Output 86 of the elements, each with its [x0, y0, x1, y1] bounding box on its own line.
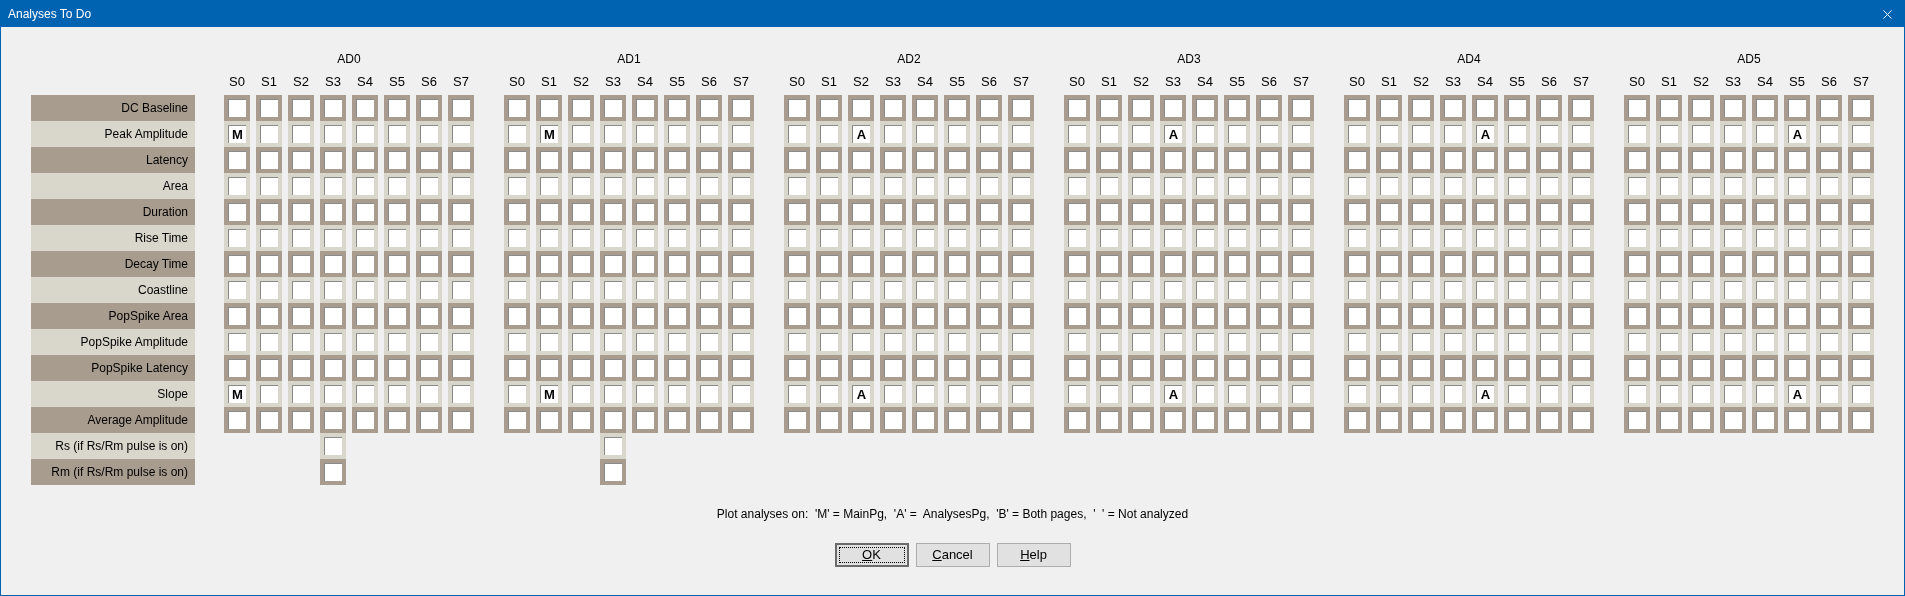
dialog-button[interactable]: OK [834, 543, 909, 567]
column-header: S0 [1349, 73, 1365, 92]
analysis-toggle[interactable]: M [536, 121, 562, 147]
column-header: S1 [821, 73, 837, 92]
column-header: S3 [1445, 73, 1461, 92]
column-header: S1 [1661, 73, 1677, 92]
row-label: Rm (if Rs/Rm pulse is on) [31, 459, 195, 485]
column-header: S1 [261, 73, 277, 92]
column-header: S2 [1133, 73, 1149, 92]
row-label: PopSpike Area [31, 303, 195, 329]
column-header: S6 [1821, 73, 1837, 92]
column-header: S2 [1693, 73, 1709, 92]
window-title: Analyses To Do [8, 6, 92, 23]
column-header: S0 [1629, 73, 1645, 92]
analysis-toggle[interactable]: A [848, 381, 874, 407]
row-label: Latency [31, 147, 195, 173]
analysis-toggle[interactable]: A [1784, 121, 1810, 147]
row-label: Rise Time [31, 225, 195, 251]
channel-header: AD4 [1457, 51, 1481, 68]
row-label: Rs (if Rs/Rm pulse is on) [31, 433, 195, 459]
column-header: S4 [1197, 73, 1213, 92]
column-header: S5 [389, 73, 405, 92]
channel-header: AD0 [337, 51, 361, 68]
column-header: S4 [1477, 73, 1493, 92]
column-header: S1 [1381, 73, 1397, 92]
row-label: Duration [31, 199, 195, 225]
column-header: S7 [1293, 73, 1309, 92]
column-header: S7 [1013, 73, 1029, 92]
column-header: S6 [701, 73, 717, 92]
column-header: S0 [509, 73, 525, 92]
column-header: S3 [325, 73, 341, 92]
column-header: S5 [1509, 73, 1525, 92]
column-header: S0 [1069, 73, 1085, 92]
channel-header: AD5 [1737, 51, 1761, 68]
analysis-toggle[interactable]: M [536, 381, 562, 407]
dialog-button[interactable]: Help [996, 543, 1071, 567]
channel-header: AD3 [1177, 51, 1201, 68]
column-header: S7 [453, 73, 469, 92]
column-header: S6 [1541, 73, 1557, 92]
column-header: S4 [917, 73, 933, 92]
column-header: S5 [669, 73, 685, 92]
column-header: S4 [637, 73, 653, 92]
row-label: PopSpike Amplitude [31, 329, 195, 355]
column-header: S5 [1789, 73, 1805, 92]
column-header: S2 [1413, 73, 1429, 92]
column-header: S1 [541, 73, 557, 92]
analysis-toggle[interactable]: A [1472, 381, 1498, 407]
dialog-button[interactable]: Cancel [915, 543, 990, 567]
column-header: S4 [1757, 73, 1773, 92]
row-label: Average Amplitude [31, 407, 195, 433]
column-header: S5 [1229, 73, 1245, 92]
legend-text: Plot analyses on: 'M' = MainPg, 'A' = AnalysesPg, 'B' = Both pages, ' ' = Not analyzed [716, 506, 1189, 523]
channel-header: AD1 [617, 51, 641, 68]
analysis-toggle[interactable]: M [224, 121, 250, 147]
column-header: S0 [229, 73, 245, 92]
column-header: S2 [573, 73, 589, 92]
row-label: Area [31, 173, 195, 199]
column-header: S6 [1261, 73, 1277, 92]
row-label: Decay Time [31, 251, 195, 277]
analysis-toggle[interactable]: A [1160, 381, 1186, 407]
column-header: S6 [981, 73, 997, 92]
column-header: S4 [357, 73, 373, 92]
channel-header: AD2 [897, 51, 921, 68]
analysis-toggle[interactable]: A [1160, 121, 1186, 147]
analysis-toggle[interactable]: A [848, 121, 874, 147]
column-header: S7 [733, 73, 749, 92]
column-header: S7 [1853, 73, 1869, 92]
column-header: S3 [1725, 73, 1741, 92]
analysis-toggle[interactable]: A [1784, 381, 1810, 407]
row-label: Slope [31, 381, 195, 407]
row-label: PopSpike Latency [31, 355, 195, 381]
column-header: S7 [1573, 73, 1589, 92]
analysis-toggle[interactable]: A [1472, 121, 1498, 147]
column-header: S3 [885, 73, 901, 92]
column-header: S0 [789, 73, 805, 92]
column-header: S2 [853, 73, 869, 92]
column-header: S3 [605, 73, 621, 92]
row-label: Peak Amplitude [31, 121, 195, 147]
column-header: S1 [1101, 73, 1117, 92]
column-header: S6 [421, 73, 437, 92]
column-header: S2 [293, 73, 309, 92]
row-label: Coastline [31, 277, 195, 303]
analysis-toggle[interactable]: M [224, 381, 250, 407]
column-header: S3 [1165, 73, 1181, 92]
column-header: S5 [949, 73, 965, 92]
row-label: DC Baseline [31, 95, 195, 121]
